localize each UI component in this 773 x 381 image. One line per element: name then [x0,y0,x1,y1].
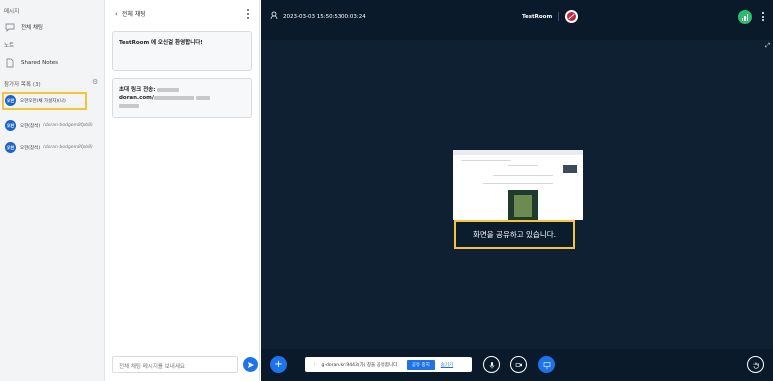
note-icon [5,58,15,68]
redacted-text [153,95,194,100]
participant-item[interactable]: 오한 오한오한(채 가설자)(나) [5,95,66,106]
invite-domain[interactable]: doran.com/ [119,95,154,101]
meeting-datetime: 2023-03-03 15:50:53 [283,14,342,20]
chat-input[interactable]: 전체 채팅 메시지를 보내세요 [112,356,238,373]
shared-notes-item[interactable]: Shared Notes [5,58,58,68]
chevron-left-icon: ‹ [115,9,118,18]
shared-screen-thumbnail [453,150,583,220]
participant-item[interactable]: 오한 오한(참석) (doran-bodgem8fpb8) [5,120,93,131]
send-icon[interactable] [243,357,258,372]
public-chat-item[interactable]: 전체 채팅 [5,22,43,32]
mic-icon[interactable] [483,356,500,373]
hide-link[interactable]: 숨기기 [441,362,453,368]
divider [558,12,559,21]
main-stage: 2023-03-03 15:50:53 00:03:24 TestRoom ⤢ … [261,0,773,381]
participant-name: 오한(참석) [20,123,41,129]
participants-title: 참가자 목록 (3) [4,82,41,88]
chat-back-button[interactable]: ‹ 전체 채팅 [115,9,146,19]
shared-notes-label: Shared Notes [21,60,58,66]
invite-title: 초대 링크 전송: [119,87,158,93]
kebab-icon[interactable] [762,12,764,21]
elapsed-time: 00:03:24 [341,14,366,20]
participant-item[interactable]: 오한 오한(참석) (doran-bodgem8fpb8) [5,142,93,153]
avatar: 오한 [5,120,16,131]
recording-off-icon[interactable] [565,10,578,23]
avatar: 오한 [5,95,16,106]
camera-icon[interactable] [510,356,527,373]
plus-icon[interactable]: + [270,356,287,373]
avatar: 오한 [5,142,16,153]
welcome-text: 에 오신걸 환영합니다! [150,40,203,46]
share-notice: ⋮ g-doran.kr:9443(가) 창을 공유합니다. 공유 중지 숨기기 [305,357,472,372]
drag-handle-icon[interactable]: ⋮ [312,362,317,367]
redacted-text [157,87,180,92]
participant-id: (doran-bodgem8fpb8) [43,123,93,128]
redacted-text [195,95,210,100]
room-name: TestRoom [522,14,553,20]
hand-icon[interactable] [747,356,764,373]
participants-icon[interactable] [270,11,279,20]
redacted-text [119,103,139,108]
chat-panel: ‹ 전체 채팅 TestRoom 에 오신걸 환영합니다! 초대 링크 전송: … [106,0,260,381]
participant-name: 오한오한(채 가설자)(나) [20,98,66,104]
screen-share-label: 화면을 공유하고 있습니다. [454,220,575,249]
kebab-icon[interactable] [247,9,250,19]
bottom-bar: + ⋮ g-doran.kr:9443(가) 창을 공유합니다. 공유 중지 숨… [261,349,773,381]
invite-message: 초대 링크 전송: doran.com/ [112,78,252,118]
chat-icon [5,22,15,32]
participant-name: 오한(참석) [20,145,41,151]
notes-title: 노트 [4,43,15,49]
expand-icon[interactable]: ⤢ [765,42,770,50]
participant-id: (doran-bodgem8fpb8) [43,145,93,150]
signal-icon[interactable] [738,10,752,24]
stop-share-button[interactable]: 공유 중지 [406,359,435,370]
top-bar: 2023-03-03 15:50:53 00:03:24 TestRoom [261,0,773,40]
screen-share-icon[interactable] [538,356,555,373]
welcome-message: TestRoom 에 오신걸 환영합니다! [112,31,252,71]
gear-icon[interactable]: ⚙ [92,79,99,86]
left-panel: 메시지 전체 채팅 노트 Shared Notes 참가자 목록 (3) ⚙ 오… [0,0,105,381]
messages-title: 메시지 [4,9,20,15]
notice-text: g-doran.kr:9443(가) 창을 공유합니다. [321,362,399,368]
welcome-room: TestRoom [119,40,150,46]
public-chat-label: 전체 채팅 [21,25,43,31]
chat-title: 전체 채팅 [121,11,146,18]
